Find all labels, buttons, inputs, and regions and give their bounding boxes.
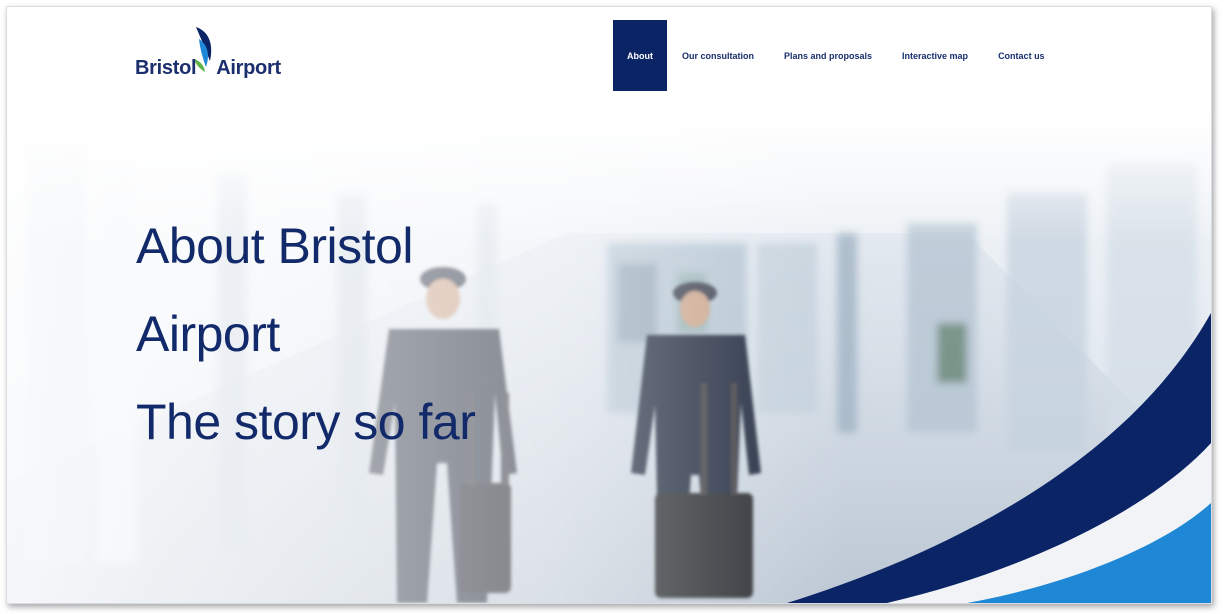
nav-item-plans-and-proposals[interactable]: Plans and proposals <box>769 20 887 91</box>
site-header: Bristol Airport About Our consultation Pl… <box>7 7 1211 103</box>
hero-title-line-2: Airport <box>136 306 280 362</box>
nav-item-contact-us[interactable]: Contact us <box>983 20 1060 91</box>
logo-word-airport: Airport <box>216 57 281 79</box>
bristol-airport-logo[interactable]: Bristol Airport <box>135 25 295 85</box>
nav-item-our-consultation[interactable]: Our consultation <box>667 20 769 91</box>
logo-word-bristol: Bristol <box>135 57 197 79</box>
hero-title-line-1: About Bristol <box>136 218 413 274</box>
logo-wordmark: Bristol Airport <box>135 57 281 80</box>
hero-subtitle: The story so far <box>136 394 476 450</box>
browser-page-frame: Bristol Airport About Our consultation Pl… <box>6 6 1212 604</box>
main-nav: About Our consultation Plans and proposa… <box>613 20 1060 91</box>
nav-item-interactive-map[interactable]: Interactive map <box>887 20 983 91</box>
nav-item-about[interactable]: About <box>613 20 667 91</box>
